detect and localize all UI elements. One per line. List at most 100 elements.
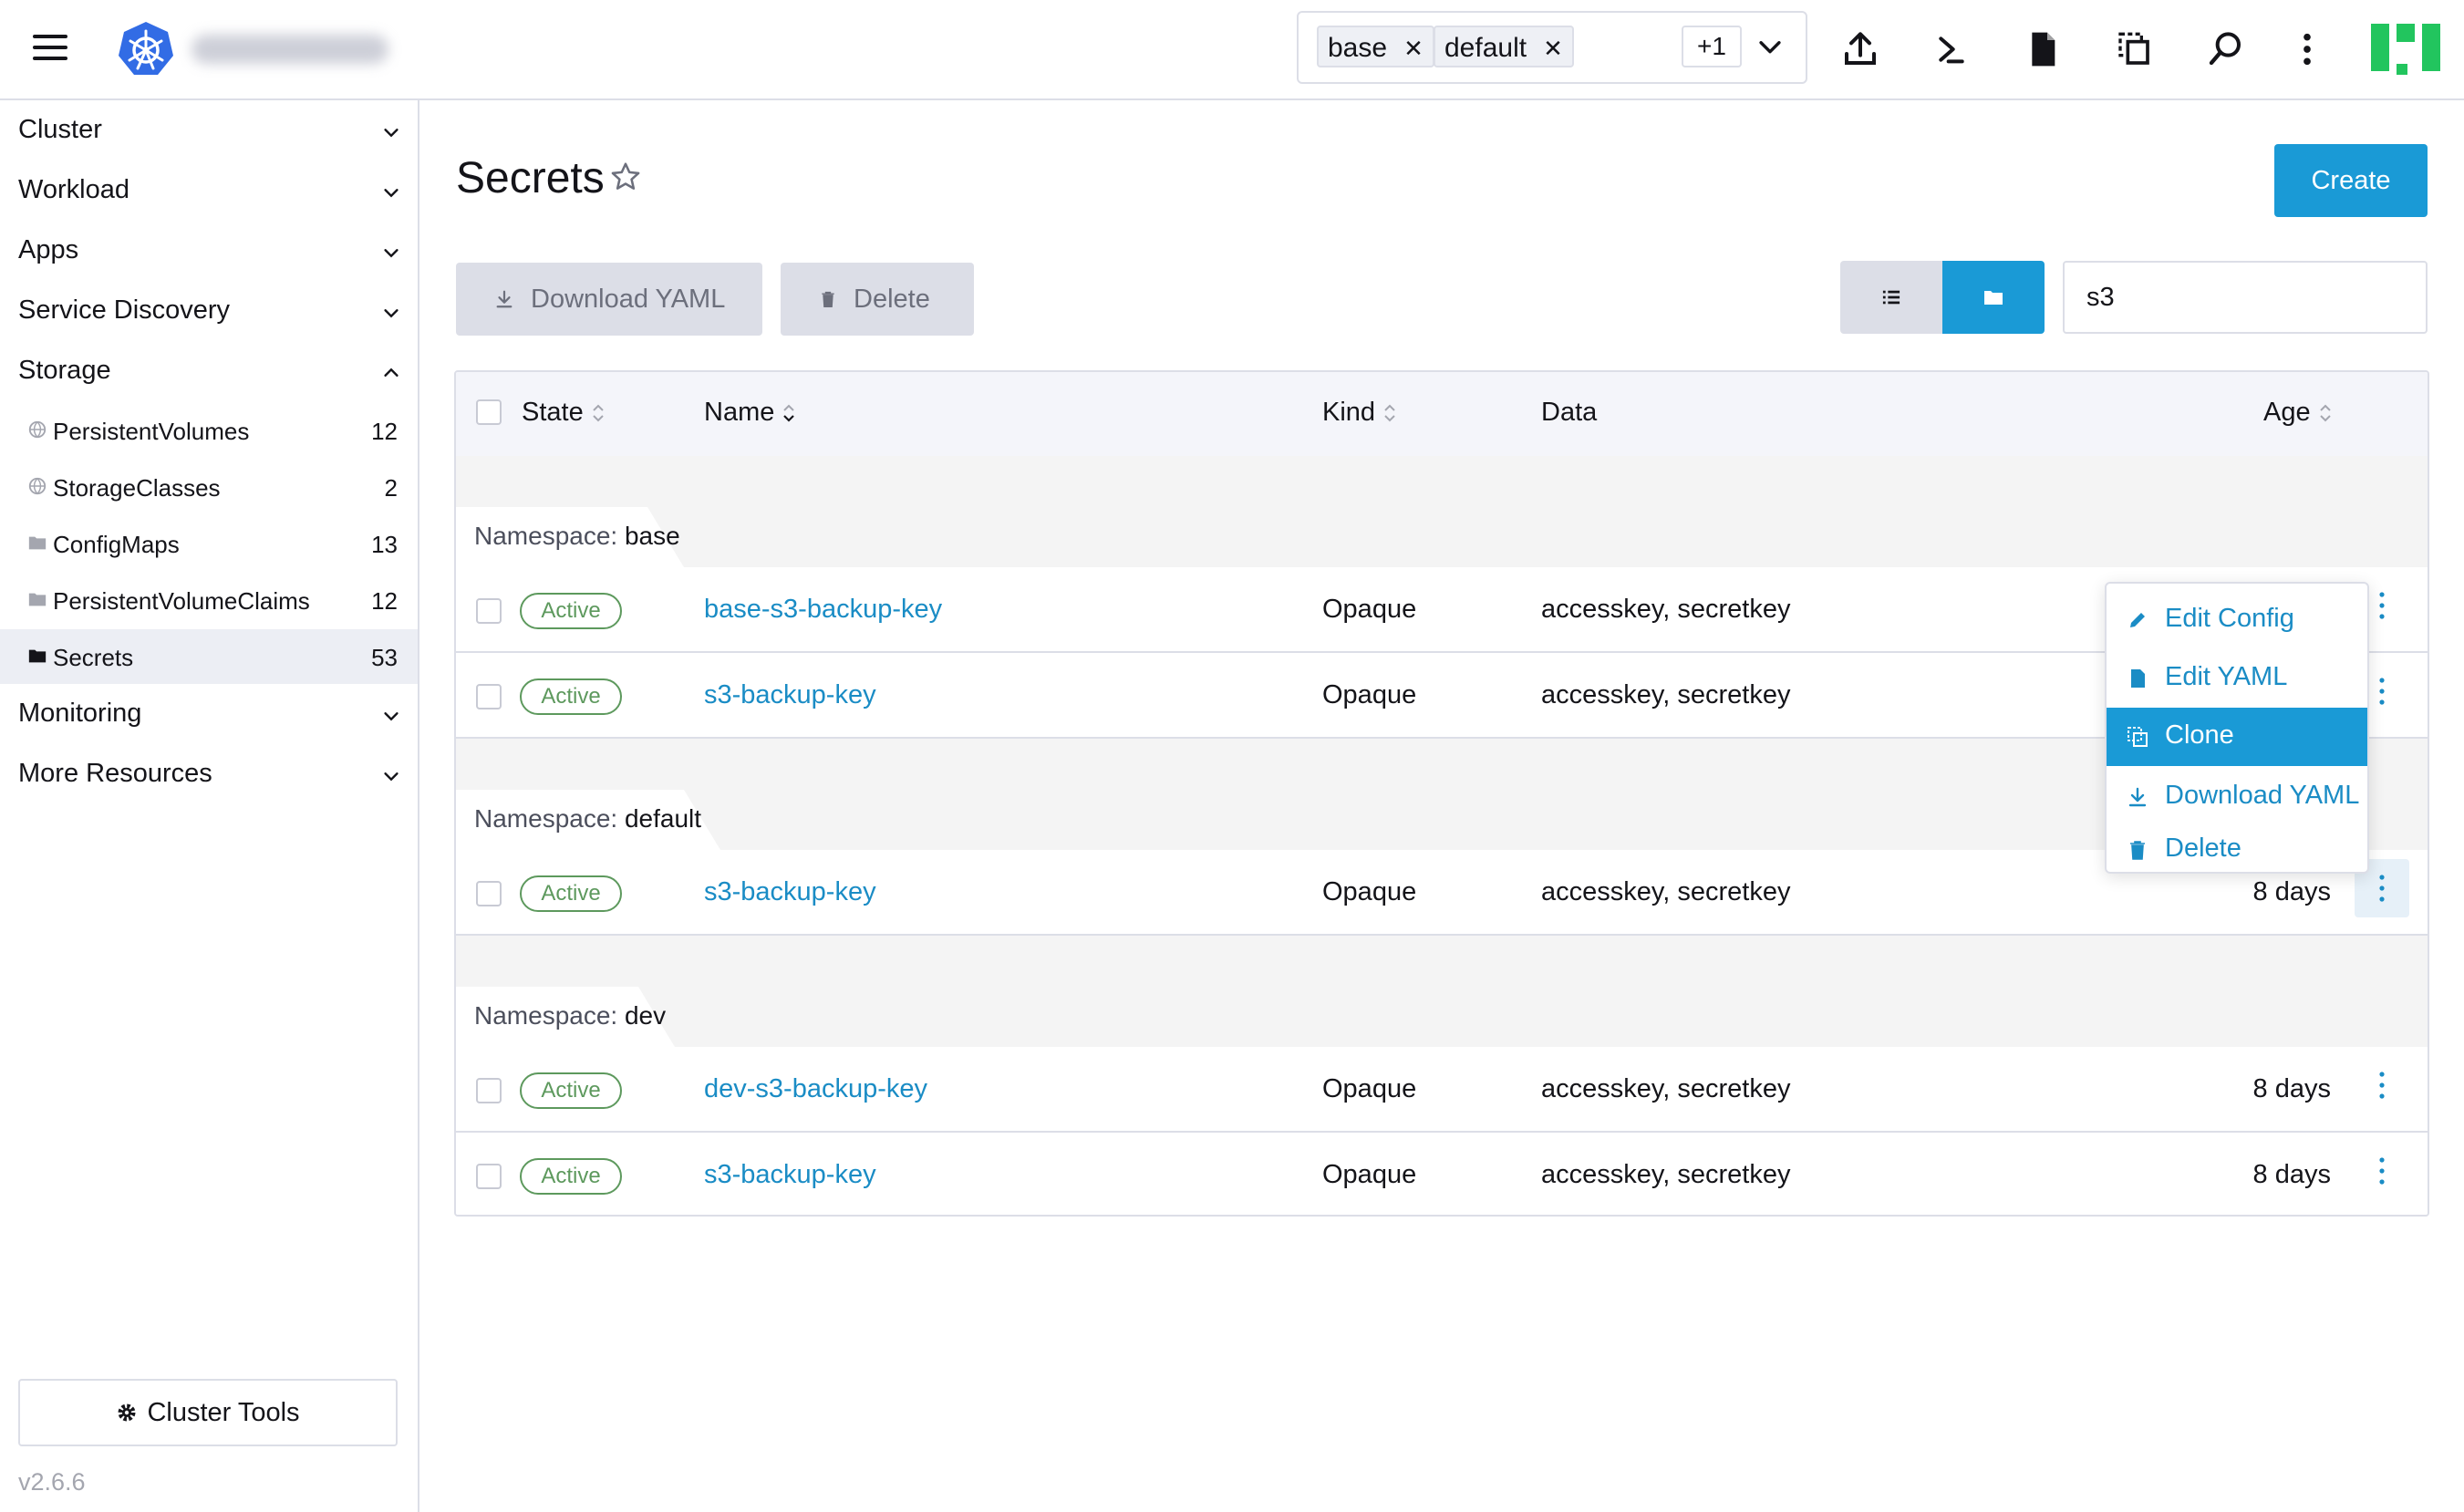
namespace-name: base: [624, 522, 680, 550]
chevron-down-icon[interactable]: [381, 182, 401, 202]
row-checkbox[interactable]: [476, 598, 502, 624]
sidebar-item-secrets[interactable]: Secrets 53: [0, 629, 418, 684]
secret-name-link[interactable]: s3-backup-key: [704, 877, 876, 907]
hamburger-menu-icon[interactable]: [33, 35, 67, 60]
pencil-icon: [2130, 613, 2145, 627]
more-vertical-icon: [2379, 678, 2385, 705]
favorite-star-icon[interactable]: [609, 161, 642, 193]
chevron-up-icon[interactable]: [381, 363, 401, 383]
menu-item-clone[interactable]: Clone: [2107, 708, 2367, 766]
chevron-down-icon[interactable]: [1755, 31, 1786, 62]
row-checkbox[interactable]: [476, 881, 502, 906]
namespace-name: dev: [624, 1001, 667, 1030]
more-namespaces-badge[interactable]: +1: [1682, 26, 1742, 67]
page-title: Secrets: [456, 154, 605, 202]
menu-item-edit-config[interactable]: Edit Config: [2107, 591, 2367, 649]
chevron-down-icon[interactable]: [381, 706, 401, 726]
data-cell: accesskey, secretkey: [1541, 877, 1791, 906]
row-checkbox[interactable]: [476, 1164, 502, 1189]
chevron-down-icon[interactable]: [381, 243, 401, 263]
column-header-kind[interactable]: Kind: [1322, 398, 1397, 428]
secret-name-link[interactable]: base-s3-backup-key: [704, 595, 942, 625]
cluster-tools-button[interactable]: Cluster Tools: [18, 1379, 398, 1446]
kubeconfig-file-icon[interactable]: [2024, 29, 2061, 69]
sidebar-item-persistentvolumes[interactable]: PersistentVolumes 12: [0, 403, 418, 458]
status-badge: Active: [520, 678, 622, 715]
search-icon[interactable]: [2207, 29, 2243, 69]
more-vertical-icon: [2379, 875, 2385, 902]
filter-search-input[interactable]: s3: [2063, 261, 2428, 334]
create-button[interactable]: Create: [2274, 144, 2428, 217]
import-yaml-icon[interactable]: [1842, 29, 1879, 69]
row-actions-button[interactable]: [2355, 1056, 2409, 1114]
secret-name-link[interactable]: dev-s3-backup-key: [704, 1074, 927, 1104]
namespace-group-header: Namespace: base: [456, 456, 2428, 567]
sort-icon: [783, 404, 795, 422]
column-header-name[interactable]: Name: [704, 398, 796, 428]
kubernetes-logo[interactable]: [117, 20, 175, 78]
status-badge: Active: [520, 1072, 622, 1109]
chevron-down-icon[interactable]: [381, 766, 401, 786]
more-vertical-icon: [2379, 1072, 2385, 1099]
row-actions-button[interactable]: [2355, 1142, 2409, 1200]
sidebar-group-storage[interactable]: Storage: [18, 356, 111, 386]
gear-icon: [118, 1403, 136, 1422]
namespace-tab: Namespace: default: [456, 790, 720, 850]
top-bar: base ✕ default ✕ +1: [0, 0, 2464, 100]
delete-button[interactable]: Delete: [781, 263, 974, 336]
table-row: Active s3-backup-key Opaque accesskey, s…: [456, 1133, 2428, 1215]
more-vertical-icon[interactable]: [2289, 29, 2325, 69]
data-cell: accesskey, secretkey: [1541, 680, 1791, 709]
more-vertical-icon: [2379, 1157, 2385, 1185]
kubectl-shell-icon[interactable]: [1933, 29, 1970, 69]
menu-item-edit-yaml[interactable]: Edit YAML: [2107, 649, 2367, 708]
more-vertical-icon: [2379, 592, 2385, 619]
copy-kubeconfig-icon[interactable]: [2116, 29, 2152, 69]
sidebar-group-monitoring[interactable]: Monitoring: [18, 699, 141, 729]
sidebar-item-configmaps[interactable]: ConfigMaps 13: [0, 516, 418, 571]
age-cell: 8 days: [2252, 877, 2331, 906]
sidebar: Cluster Workload Apps Service Discovery …: [0, 100, 419, 1512]
trash-icon: [822, 291, 834, 307]
group-by-namespace-button[interactable]: [1942, 261, 2045, 334]
menu-item-download-yaml[interactable]: Download YAML: [2107, 768, 2367, 826]
column-header-age[interactable]: Age: [2263, 398, 2333, 428]
kind-cell: Opaque: [1322, 1074, 1417, 1103]
remove-chip-icon[interactable]: ✕: [1403, 27, 1424, 66]
namespace-chip: default ✕: [1434, 26, 1574, 67]
sidebar-item-storageclasses[interactable]: StorageClasses 2: [0, 460, 418, 514]
namespace-tab: Namespace: dev: [456, 987, 675, 1047]
user-avatar[interactable]: [2371, 24, 2440, 80]
sidebar-item-persistentvolumeclaims[interactable]: PersistentVolumeClaims 12: [0, 573, 418, 627]
kind-cell: Opaque: [1322, 877, 1417, 906]
folder-icon: [28, 536, 47, 550]
table-header: State Name Kind Data Age: [456, 372, 2428, 458]
status-badge: Active: [520, 593, 622, 629]
trash-icon: [2130, 841, 2145, 860]
sort-icon: [2319, 404, 2331, 421]
namespace-chip: base ✕: [1317, 26, 1434, 67]
menu-item-delete[interactable]: Delete: [2107, 826, 2367, 872]
sidebar-group-workload[interactable]: Workload: [18, 175, 129, 205]
table-row: Active dev-s3-backup-key Opaque accesske…: [456, 1047, 2428, 1133]
row-actions-menu: Edit Config Edit YAML Clone Download YAM…: [2105, 582, 2369, 874]
column-header-state[interactable]: State: [522, 398, 606, 428]
download-yaml-button[interactable]: Download YAML: [456, 263, 762, 336]
sidebar-group-cluster[interactable]: Cluster: [18, 115, 102, 145]
chevron-down-icon[interactable]: [381, 303, 401, 323]
namespace-filter[interactable]: base ✕ default ✕ +1: [1297, 11, 1807, 84]
secret-name-link[interactable]: s3-backup-key: [704, 680, 876, 710]
chevron-down-icon[interactable]: [381, 122, 401, 142]
sidebar-group-service-discovery[interactable]: Service Discovery: [18, 295, 230, 326]
row-checkbox[interactable]: [476, 1078, 502, 1103]
select-all-checkbox[interactable]: [476, 399, 502, 425]
row-checkbox[interactable]: [476, 684, 502, 709]
list-icon: [1882, 290, 1900, 305]
remove-chip-icon[interactable]: ✕: [1543, 27, 1563, 66]
status-badge: Active: [520, 1158, 622, 1195]
sort-icon: [1384, 404, 1395, 421]
flat-list-view-button[interactable]: [1840, 261, 1942, 334]
sidebar-group-more-resources[interactable]: More Resources: [18, 759, 212, 789]
secret-name-link[interactable]: s3-backup-key: [704, 1160, 876, 1190]
sidebar-group-apps[interactable]: Apps: [18, 235, 78, 265]
